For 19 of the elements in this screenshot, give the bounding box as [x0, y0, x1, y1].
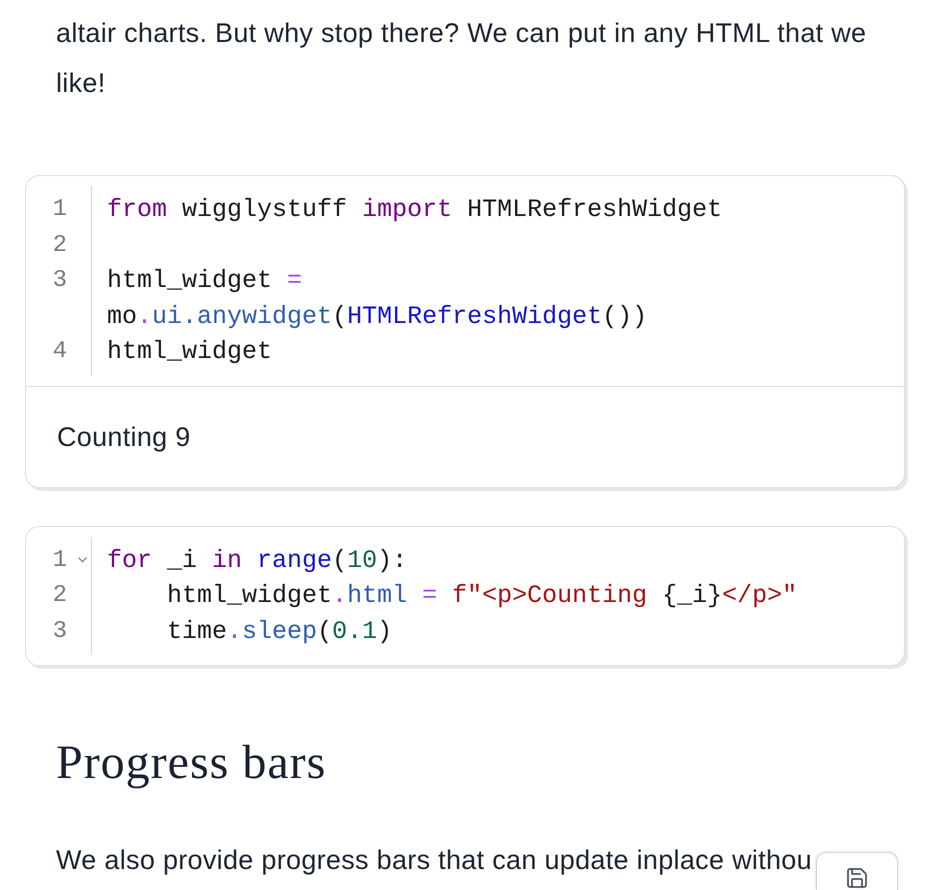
code-line: html_widget = mo.ui.anywidget(HTMLRefreshWidget()): [107, 265, 648, 332]
line-number: 1: [52, 546, 67, 576]
code-line: html_widget.html = f"<p>Counting {_i}</p>": [166, 580, 798, 612]
output-text: Counting 9: [57, 420, 191, 454]
save-button[interactable]: [816, 852, 898, 890]
line-number: 2: [52, 581, 67, 611]
code-line: for _i in range(10):: [107, 544, 408, 576]
section-heading: Progress bars: [56, 735, 326, 791]
line-number: 4: [52, 337, 67, 367]
code-line: html_widget: [107, 336, 274, 368]
line-number: 3: [52, 266, 67, 296]
fold-caret-icon[interactable]: [78, 557, 87, 564]
paragraph: We also provide progress bars that can update inplace withou: [56, 844, 812, 877]
line-number: 1: [52, 195, 67, 225]
code-line: time.sleep(0.1): [166, 616, 394, 648]
line-number: 3: [52, 616, 67, 646]
line-number: 2: [52, 230, 67, 260]
paragraph: altair charts. But why stop there? We can put in any HTML that we like!: [56, 17, 868, 100]
code-line: from wigglystuff import HTMLRefreshWidget: [107, 194, 724, 226]
